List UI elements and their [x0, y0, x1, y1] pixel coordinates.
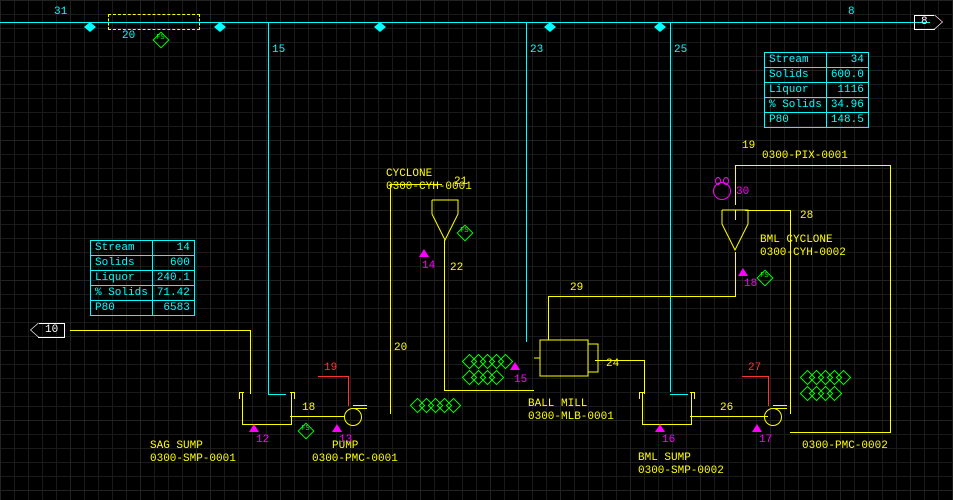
stream-number: 19: [324, 362, 337, 374]
process-line: [70, 330, 250, 331]
process-line: [690, 416, 768, 417]
stream-number: 27: [748, 362, 761, 374]
equipment-tag: 0300-PMC-0001: [312, 453, 398, 465]
process-line: [250, 330, 251, 394]
stream-number: 21: [454, 176, 467, 188]
marker-label: 18: [744, 278, 757, 290]
pid-canvas: 31 20 15 23 25 8 8 10 Stream14 Solids600…: [0, 0, 953, 500]
pump-icon: [344, 408, 362, 426]
process-line: [890, 165, 891, 433]
stream-number: 26: [720, 402, 733, 414]
marker-label: 12: [256, 434, 269, 446]
process-line: [444, 390, 534, 391]
equipment-tag: 0300-MLB-0001: [528, 411, 614, 423]
equipment-tag: 0300-SMP-0002: [638, 465, 724, 477]
stream-table-34: Stream34 Solids600.0 Liquor1116 % Solids…: [764, 52, 869, 128]
stream-line: [526, 22, 527, 342]
stream-number: 18: [302, 402, 315, 414]
stream-number: 19: [742, 140, 755, 152]
marker-label: 17: [759, 434, 772, 446]
equipment-tag: 0300-CYH-0002: [760, 247, 846, 259]
stream-number: 23: [530, 44, 543, 56]
process-line: [444, 240, 445, 390]
stream-number: 24: [606, 358, 619, 370]
cyclone-icon: [718, 206, 752, 254]
marker-label: 30: [736, 186, 749, 198]
fs-icon: [757, 270, 774, 287]
flow-arrow-in: 10: [38, 323, 65, 338]
stream-number: 28: [800, 210, 813, 222]
stream-line: [670, 22, 671, 392]
marker-icon: [655, 424, 665, 432]
ball-mill-icon: [534, 334, 604, 382]
fs-group-icon: [804, 388, 840, 399]
flow-arrow-out: 8: [914, 15, 935, 30]
equipment-label: BML CYCLONE: [760, 234, 833, 246]
process-line: [768, 376, 769, 406]
process-line: [548, 296, 736, 297]
marker-icon: [249, 424, 259, 432]
marker-label: 15: [514, 374, 527, 386]
equipment-label: BML SUMP: [638, 452, 691, 464]
stream-number: 8: [921, 16, 928, 28]
instrument-balloon-icon: [713, 182, 731, 200]
fs-group-icon: [466, 372, 502, 383]
stream-line: [268, 22, 269, 394]
stream-number: 29: [570, 282, 583, 294]
process-line: [735, 252, 736, 296]
sump-icon: [242, 392, 292, 425]
marker-label: 16: [662, 434, 675, 446]
stream-table-14: Stream14 Solids600 Liquor240.1 % Solids7…: [90, 240, 195, 316]
stream-number: 22: [450, 262, 463, 274]
fs-icon: [153, 32, 170, 49]
process-line: [644, 360, 645, 394]
fs-icon: [298, 423, 315, 440]
stream-number: 20: [122, 30, 135, 42]
stream-number: 20: [394, 342, 407, 354]
equipment-label: BALL MILL: [528, 398, 587, 410]
marker-label: 14: [422, 260, 435, 272]
pipe-piece: [108, 14, 200, 30]
sump-icon: [642, 392, 692, 425]
process-line: [742, 376, 768, 377]
fs-group-icon: [466, 356, 511, 367]
stream-number: 15: [272, 44, 285, 56]
process-line: [735, 165, 890, 166]
equipment-tag: 0300-PIX-0001: [762, 150, 848, 162]
stream-number: 25: [674, 44, 687, 56]
marker-icon: [419, 249, 429, 257]
marker-icon: [738, 268, 748, 276]
equipment-label: SAG SUMP: [150, 440, 203, 452]
marker-icon: [752, 424, 762, 432]
equipment-tag: 0300-PMC-0002: [802, 440, 888, 452]
process-line: [390, 184, 391, 414]
marker-icon: [332, 424, 342, 432]
stream-number: 10: [45, 324, 58, 336]
equipment-label: CYCLONE: [386, 168, 432, 180]
process-line: [290, 416, 345, 417]
process-line: [790, 432, 890, 433]
fs-group-icon: [414, 400, 459, 411]
pump-icon: [764, 408, 782, 426]
fs-group-icon: [804, 372, 849, 383]
process-line: [735, 165, 736, 205]
process-line: [348, 376, 349, 406]
stream-number: 31: [54, 6, 67, 18]
stream-number: 8: [848, 6, 855, 18]
process-line: [318, 376, 348, 377]
marker-label: 13: [339, 434, 352, 446]
cyclone-icon: [428, 196, 462, 244]
equipment-tag: 0300-SMP-0001: [150, 453, 236, 465]
